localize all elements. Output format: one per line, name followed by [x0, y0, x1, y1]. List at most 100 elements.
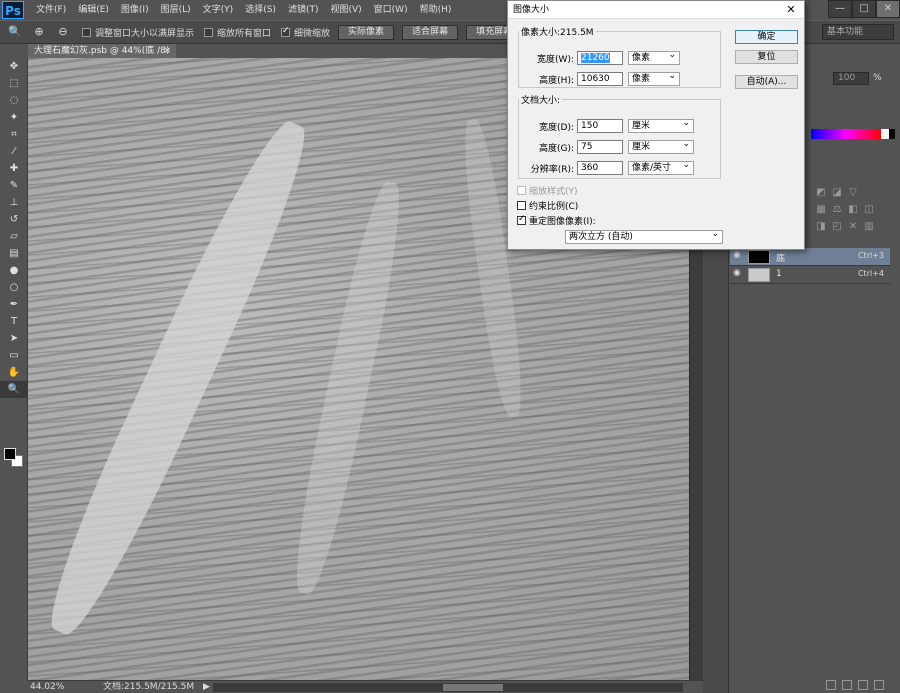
- scrubby-zoom-checkbox[interactable]: 细微缩放: [281, 26, 330, 39]
- new-layer-icon[interactable]: [858, 680, 868, 690]
- scale-styles-checkbox[interactable]: 缩放样式(Y): [517, 184, 578, 197]
- zoom-level[interactable]: 44.02%: [30, 681, 64, 693]
- menu-help[interactable]: 帮助(H): [414, 0, 458, 20]
- doc-width-input[interactable]: 150: [577, 119, 623, 133]
- menu-select[interactable]: 选择(S): [239, 0, 282, 20]
- brush-tool-icon[interactable]: ✎: [0, 177, 28, 194]
- delete-layer-icon[interactable]: [874, 680, 884, 690]
- maximize-button[interactable]: □: [852, 0, 876, 18]
- posterize-icon[interactable]: ◰: [829, 221, 845, 238]
- pixel-height-unit-select[interactable]: 像素: [628, 70, 680, 86]
- hand-tool-icon[interactable]: ✋: [0, 364, 28, 381]
- menu-type[interactable]: 文字(Y): [197, 0, 240, 20]
- balance-icon[interactable]: ⚖: [829, 204, 845, 221]
- resolution-input[interactable]: 360: [577, 161, 623, 175]
- checkbox-checked-icon: [281, 26, 291, 37]
- zoom-all-checkbox[interactable]: 缩放所有窗口: [204, 26, 271, 39]
- menu-edit[interactable]: 编辑(E): [72, 0, 115, 20]
- workspace-switcher[interactable]: 基本功能: [822, 24, 894, 40]
- zoom-out-icon[interactable]: ⊖: [54, 23, 72, 41]
- white-swatch[interactable]: [881, 129, 889, 139]
- black-swatch[interactable]: [889, 129, 895, 139]
- threshold-icon[interactable]: ✕: [845, 221, 861, 238]
- resolution-label: 分辨率(R):: [530, 164, 574, 175]
- auto-button[interactable]: 自动(A)...: [735, 75, 798, 89]
- healing-brush-tool-icon[interactable]: ✚: [0, 160, 28, 177]
- doc-width-unit-select[interactable]: 厘米: [628, 117, 694, 133]
- zoom-tool-icon[interactable]: 🔍: [0, 381, 28, 398]
- clone-stamp-tool-icon[interactable]: ⊥: [0, 194, 28, 211]
- resample-image-label: 重定图像像素(I):: [529, 217, 596, 227]
- pen-tool-icon[interactable]: ✒: [0, 296, 28, 313]
- scrollbar-thumb[interactable]: [443, 684, 503, 691]
- constrain-proportions-checkbox[interactable]: 约束比例(C): [517, 199, 578, 212]
- visibility-eye-icon[interactable]: ◉: [733, 268, 745, 278]
- reset-button[interactable]: 复位: [735, 50, 798, 64]
- gradient-tool-icon[interactable]: ▤: [0, 245, 28, 262]
- resample-method-select[interactable]: 两次立方 (自动): [565, 228, 723, 244]
- layer-row[interactable]: ◉ 底 Ctrl+3: [730, 248, 890, 266]
- crop-tool-icon[interactable]: ⌗: [0, 126, 28, 143]
- eraser-tool-icon[interactable]: ▱: [0, 228, 28, 245]
- lasso-tool-icon[interactable]: ◌: [0, 92, 28, 109]
- bw-icon[interactable]: ◧: [845, 204, 861, 221]
- color-spectrum[interactable]: [811, 129, 881, 139]
- ok-button[interactable]: 确定: [735, 30, 798, 44]
- levels-icon[interactable]: ◪: [829, 187, 845, 204]
- resample-image-checkbox[interactable]: 重定图像像素(I):: [517, 214, 596, 227]
- opacity-field[interactable]: 100: [833, 72, 869, 85]
- blur-tool-icon[interactable]: ●: [0, 262, 28, 279]
- pixel-height-label: 高度(H):: [539, 75, 574, 86]
- vibrance-icon[interactable]: ▽: [845, 187, 861, 204]
- doc-height-unit-select[interactable]: 厘米: [628, 138, 694, 154]
- actual-pixels-button[interactable]: 实际像素: [338, 24, 395, 40]
- pixel-height-input[interactable]: 10630: [577, 72, 623, 86]
- dialog-close-icon[interactable]: ✕: [782, 1, 800, 19]
- new-group-icon[interactable]: [842, 680, 852, 690]
- menu-layer[interactable]: 图层(L): [155, 0, 197, 20]
- menu-window[interactable]: 窗口(W): [368, 0, 414, 20]
- resolution-unit-select[interactable]: 像素/英寸: [628, 159, 694, 175]
- checkbox-icon: [204, 27, 214, 37]
- add-mask-icon[interactable]: [826, 680, 836, 690]
- document-tab[interactable]: 大理石魔幻灰.psb @ 44%(底 /8) ×: [28, 44, 176, 58]
- menu-filter[interactable]: 滤镜(T): [282, 0, 325, 20]
- doc-width-label: 宽度(D):: [539, 122, 574, 133]
- path-selection-tool-icon[interactable]: ➤: [0, 330, 28, 347]
- visibility-eye-icon[interactable]: ◉: [733, 250, 745, 260]
- zoom-in-icon[interactable]: ⊕: [30, 23, 48, 41]
- marquee-tool-icon[interactable]: ⬚: [0, 75, 28, 92]
- layer-name: 底: [776, 254, 786, 264]
- pixel-dimensions-group: 像素大小:215.5M 宽度(W): 21260 像素 高度(H): 10630…: [518, 25, 721, 88]
- menu-file[interactable]: 文件(F): [30, 0, 72, 20]
- invert-icon[interactable]: ◨: [813, 221, 829, 238]
- foreground-color-swatch[interactable]: [4, 448, 16, 460]
- status-menu-arrow-icon[interactable]: ▶: [203, 681, 210, 693]
- dialog-titlebar[interactable]: 图像大小 ✕: [508, 1, 804, 19]
- pixel-width-input[interactable]: 21260: [577, 51, 623, 65]
- fit-screen-button[interactable]: 适合屏幕: [402, 24, 459, 40]
- minimize-button[interactable]: —: [828, 0, 852, 18]
- close-tab-icon[interactable]: ×: [163, 44, 171, 58]
- curves-icon[interactable]: ◩: [813, 187, 829, 204]
- eyedropper-tool-icon[interactable]: ⁄: [0, 143, 28, 160]
- shape-tool-icon[interactable]: ▭: [0, 347, 28, 364]
- pixel-width-unit-select[interactable]: 像素: [628, 49, 680, 65]
- type-tool-icon[interactable]: T: [0, 313, 28, 330]
- magic-wand-tool-icon[interactable]: ✦: [0, 109, 28, 126]
- horizontal-scrollbar[interactable]: [213, 683, 683, 692]
- zoom-tool-icon[interactable]: 🔍: [6, 23, 24, 41]
- dodge-tool-icon[interactable]: ○: [0, 279, 28, 296]
- menu-image[interactable]: 图像(I): [115, 0, 155, 20]
- pixel-height-row: 高度(H): 10630 像素: [525, 70, 680, 87]
- hue-icon[interactable]: ▦: [813, 204, 829, 221]
- history-brush-tool-icon[interactable]: ↺: [0, 211, 28, 228]
- gradient-map-icon[interactable]: ▥: [861, 221, 877, 238]
- close-window-button[interactable]: ✕: [876, 0, 900, 18]
- photo-filter-icon[interactable]: ◫: [861, 204, 877, 221]
- menu-view[interactable]: 视图(V): [324, 0, 367, 20]
- resize-windows-checkbox[interactable]: 调整窗口大小以满屏显示: [82, 26, 194, 39]
- doc-height-input[interactable]: 75: [577, 140, 623, 154]
- move-tool-icon[interactable]: ✥: [0, 58, 28, 75]
- layer-row[interactable]: ◉ 1 Ctrl+4: [730, 266, 890, 284]
